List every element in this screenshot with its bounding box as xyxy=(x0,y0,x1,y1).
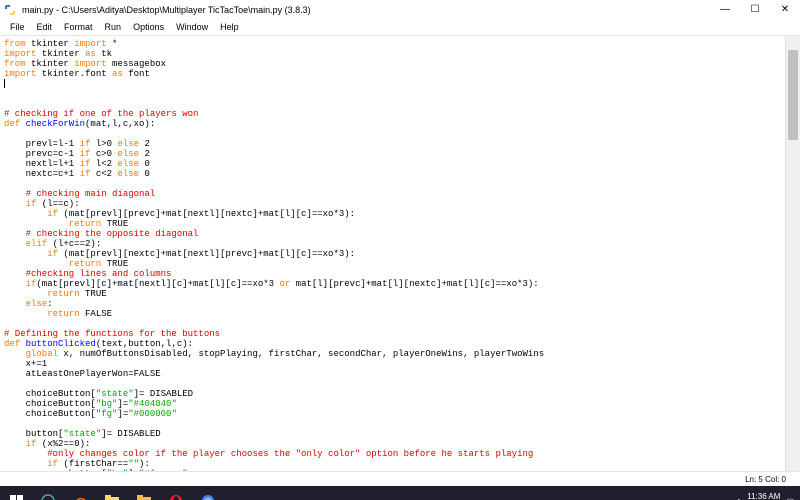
scrollbar-thumb[interactable] xyxy=(788,50,798,140)
scrollbar[interactable] xyxy=(785,36,800,471)
python-icon xyxy=(3,3,17,17)
menu-edit[interactable]: Edit xyxy=(31,22,59,32)
text-cursor xyxy=(4,79,5,88)
menu-run[interactable]: Run xyxy=(99,22,128,32)
minimize-button[interactable]: — xyxy=(710,0,740,19)
task-icon[interactable] xyxy=(32,486,64,500)
window-title: main.py - C:\Users\Aditya\Desktop\Multip… xyxy=(20,5,710,15)
taskbar: ˄ 11:36 AM 5/9/2021 ▢ xyxy=(0,486,800,500)
close-button[interactable]: ✕ xyxy=(770,0,800,19)
menu-help[interactable]: Help xyxy=(214,22,245,32)
maximize-button[interactable]: ☐ xyxy=(740,0,770,19)
start-button[interactable] xyxy=(0,486,32,500)
clock[interactable]: 11:36 AM 5/9/2021 xyxy=(747,492,780,500)
notifications-icon[interactable]: ▢ xyxy=(786,497,794,500)
menu-window[interactable]: Window xyxy=(170,22,214,32)
file-explorer-icon[interactable] xyxy=(128,486,160,500)
menu-options[interactable]: Options xyxy=(127,22,170,32)
menu-format[interactable]: Format xyxy=(58,22,99,32)
menu-file[interactable]: File xyxy=(4,22,31,32)
code-editor[interactable]: from tkinter import * import tkinter as … xyxy=(0,36,800,471)
task-icon[interactable] xyxy=(64,486,96,500)
opera-icon[interactable] xyxy=(160,486,192,500)
system-tray[interactable]: ˄ 11:36 AM 5/9/2021 ▢ xyxy=(737,492,800,500)
menu-bar: File Edit Format Run Options Window Help xyxy=(0,19,800,36)
status-bar: Ln: 5 Col: 0 xyxy=(0,471,800,486)
tray-chevron-icon[interactable]: ˄ xyxy=(737,497,742,500)
chrome-icon[interactable] xyxy=(192,486,224,500)
file-explorer-icon[interactable] xyxy=(96,486,128,500)
cursor-position: Ln: 5 Col: 0 xyxy=(745,475,786,484)
title-bar: main.py - C:\Users\Aditya\Desktop\Multip… xyxy=(0,0,800,19)
